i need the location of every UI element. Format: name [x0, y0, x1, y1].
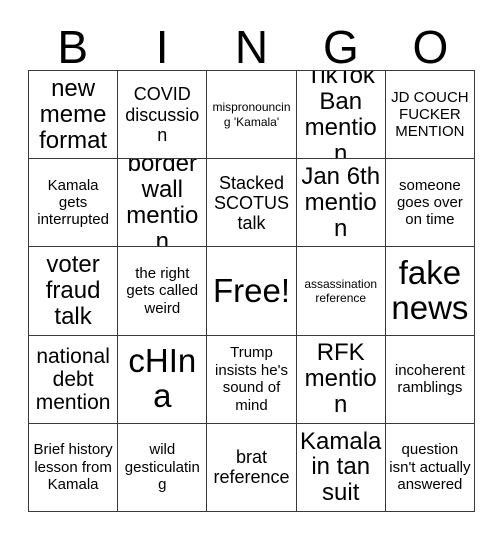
bingo-cell[interactable]: Jan 6th mention — [296, 159, 386, 248]
bingo-cell-label: Kamala gets interrupted — [37, 176, 109, 229]
bingo-cell[interactable]: question isn't actually answered — [385, 423, 475, 512]
bingo-cell[interactable]: someone goes over on time — [385, 159, 475, 248]
bingo-cell-label: brat reference — [213, 447, 290, 488]
bingo-cell-label: national debt mention — [35, 344, 111, 414]
bingo-card: B I N G O new meme format COVID discussi… — [0, 0, 500, 544]
bingo-cell[interactable]: incoherent ramblings — [385, 335, 475, 424]
bingo-cell[interactable]: Trump insists he's sound of mind — [207, 335, 297, 424]
bingo-cell-label: someone goes over on time — [396, 176, 463, 229]
bingo-cell[interactable]: mispronouncing 'Kamala' — [207, 71, 297, 160]
bingo-cell-label: cHIna — [128, 342, 197, 415]
bingo-cell-label: question isn't actually answered — [389, 441, 471, 494]
bingo-cell-label: border wall mention — [126, 159, 199, 248]
bingo-cell[interactable]: new meme format — [29, 71, 119, 160]
bingo-cell[interactable]: Brief history lesson from Kamala — [29, 423, 119, 512]
bingo-header-row: B I N G O — [28, 18, 475, 70]
bingo-cell[interactable]: Kamala gets interrupted — [29, 159, 119, 248]
bingo-cell-label: wild gesticulating — [124, 441, 200, 494]
bingo-cell[interactable]: JD COUCH FUCKER MENTION — [385, 71, 475, 160]
bingo-cell[interactable]: brat reference — [207, 423, 297, 512]
bingo-cell[interactable]: national debt mention — [29, 335, 119, 424]
bingo-cell-label: Free! — [212, 271, 290, 309]
header-letter-o: O — [412, 21, 449, 73]
bingo-cell-label: incoherent ramblings — [394, 361, 465, 397]
header-letter-n: N — [234, 21, 269, 73]
bingo-cell-label: RFK mention — [304, 339, 377, 419]
bingo-cell[interactable]: cHIna — [118, 335, 208, 424]
bingo-cell-label: Kamala in tan suit — [300, 427, 382, 507]
bingo-cell-label: COVID discussion — [125, 84, 200, 145]
header-letter-b: B — [57, 21, 89, 73]
header-letter-g: G — [323, 21, 359, 73]
bingo-cell[interactable]: the right gets called weird — [118, 247, 208, 336]
bingo-cell-label: new meme format — [39, 74, 108, 154]
bingo-cell[interactable]: Stacked SCOTUS talk — [207, 159, 297, 248]
bingo-cell-label: TikTok Ban mention — [304, 71, 377, 160]
bingo-cell-label: the right gets called weird — [126, 264, 199, 317]
bingo-cell-label: Stacked SCOTUS talk — [213, 172, 289, 233]
bingo-cell[interactable]: TikTok Ban mention — [296, 71, 386, 160]
bingo-cell[interactable]: COVID discussion — [118, 71, 208, 160]
bingo-cell-label: JD COUCH FUCKER MENTION — [391, 88, 469, 141]
bingo-cell-free-space[interactable]: Free! — [207, 247, 297, 336]
bingo-cell[interactable]: fake news — [385, 247, 475, 336]
bingo-cell[interactable]: border wall mention — [118, 159, 208, 248]
bingo-cell-label: Jan 6th mention — [301, 162, 381, 242]
bingo-cell-label: Brief history lesson from Kamala — [33, 441, 113, 494]
bingo-cell-label: voter fraud talk — [45, 251, 101, 330]
bingo-cell[interactable]: assassination reference — [296, 247, 386, 336]
header-letter-i: I — [155, 21, 169, 73]
bingo-cell[interactable]: wild gesticulating — [118, 423, 208, 512]
bingo-cell-label: mispronouncing 'Kamala' — [212, 100, 291, 129]
bingo-cell-label: assassination reference — [304, 276, 378, 305]
bingo-cell[interactable]: voter fraud talk — [29, 247, 119, 336]
bingo-cell[interactable]: Kamala in tan suit — [296, 423, 386, 512]
bingo-cell-label: Trump insists he's sound of mind — [215, 344, 288, 414]
bingo-grid: new meme format COVID discussion mispron… — [28, 70, 475, 512]
bingo-cell[interactable]: RFK mention — [296, 335, 386, 424]
bingo-cell-label: fake news — [391, 254, 469, 326]
